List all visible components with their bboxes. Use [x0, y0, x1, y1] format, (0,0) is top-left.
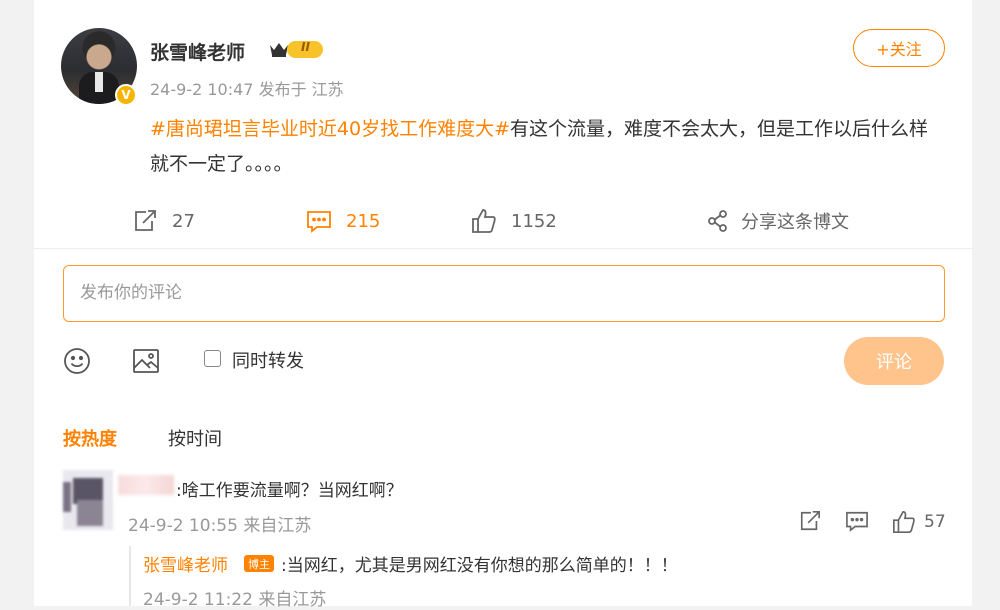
post-body: #唐尚珺坦言毕业时近40岁找工作难度大#有这个流量，难度不会太大，但是工作以后什… — [150, 112, 945, 182]
commenter-name-redacted[interactable] — [118, 475, 174, 495]
share-button[interactable]: 分享这条博文 — [707, 206, 849, 236]
sort-by-time-tab[interactable]: 按时间 — [168, 425, 222, 451]
comment-reply-button[interactable] — [845, 510, 869, 532]
comment-icon — [846, 511, 868, 532]
share-icon — [708, 210, 727, 232]
author-tag-badge: 博主 — [244, 555, 274, 572]
comment-input[interactable]: 发布你的评论 — [63, 265, 945, 322]
share-label: 分享这条博文 — [741, 212, 849, 233]
post-source: 发布于 江苏 — [258, 80, 344, 99]
comment-text: :啥工作要流量啊？当网红啊？ — [176, 481, 403, 501]
comment-count: 215 — [346, 210, 381, 232]
thumbs-up-icon — [472, 209, 496, 233]
comment-timestamp: 24-9-2 10:55 — [128, 516, 238, 536]
comment-like-button[interactable]: 57 — [892, 510, 946, 534]
repost-button[interactable]: 27 — [132, 206, 195, 236]
reply-meta: 24-9-2 11:22 来自江苏 — [143, 585, 326, 610]
post-timestamp[interactable]: 24-9-2 10:47 — [150, 80, 253, 99]
verified-badge-icon: V — [115, 84, 137, 106]
repost-checkbox[interactable] — [204, 350, 221, 367]
member-rank-badge[interactable]: II — [287, 40, 323, 58]
repost-icon — [135, 210, 156, 231]
reply-source: 来自江苏 — [258, 590, 327, 610]
reply-timestamp: 24-9-2 11:22 — [143, 590, 253, 610]
thumbs-up-icon — [893, 511, 915, 533]
reply-text: :当网红，尤其是男网红没有你想的那么简单的！！！ — [281, 556, 678, 576]
reply-author-name[interactable]: 张雪峰老师 — [143, 551, 228, 576]
emoji-icon[interactable] — [63, 347, 91, 375]
author-name[interactable]: 张雪峰老师 — [150, 38, 245, 65]
comment-meta: 24-9-2 10:55 来自江苏 — [128, 511, 311, 536]
comment-source: 来自江苏 — [243, 516, 312, 536]
like-button[interactable]: 1152 — [471, 206, 557, 236]
like-count: 1152 — [511, 210, 557, 232]
image-icon[interactable] — [132, 347, 160, 375]
repost-count: 27 — [172, 210, 195, 232]
comment-like-count: 57 — [924, 512, 946, 532]
commenter-avatar[interactable] — [63, 470, 113, 530]
repost-icon — [800, 511, 820, 531]
repost-checkbox-label[interactable]: 同时转发 — [232, 347, 304, 373]
reply-thread-line — [129, 546, 131, 606]
topic-link[interactable]: #唐尚珺坦言毕业时近40岁找工作难度大# — [150, 118, 510, 140]
section-divider — [34, 248, 972, 249]
comment-repost-button[interactable] — [798, 510, 822, 532]
submit-comment-button[interactable]: 评论 — [844, 337, 944, 385]
sort-by-hot-tab[interactable]: 按热度 — [63, 425, 117, 451]
comment-icon — [307, 211, 331, 233]
post-meta: 24-9-2 10:47 发布于 江苏 — [150, 76, 344, 100]
follow-button[interactable]: +关注 — [853, 29, 945, 67]
comment-button[interactable]: 215 — [306, 206, 380, 236]
rank-badge-label: II — [301, 40, 310, 54]
